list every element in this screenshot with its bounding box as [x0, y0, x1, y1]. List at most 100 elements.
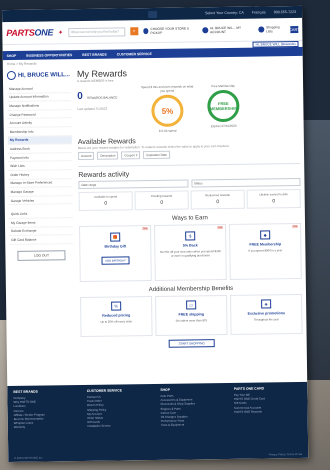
column-amount[interactable]: Amount [78, 151, 95, 161]
membership-icon: ◆ [260, 230, 271, 240]
date-range-select[interactable]: Date range [78, 179, 189, 190]
benefits-cards: % Reduced pricing Up to 20% off every or… [80, 293, 303, 338]
tag-icon: ◈ [261, 299, 272, 309]
stat-lifetime: Lifetime earned to date 0 [246, 188, 301, 209]
store-pickup-link[interactable]: CHOOSE YOUR STORE & PICKUP [142, 26, 198, 35]
birthday-gift-card: 5% 🎁 Birthday Gift ADD BIRTHDAY [79, 225, 152, 283]
footer-column: CUSTOMER SERVICE Contact Us Track Order … [87, 388, 155, 457]
card-description: Up to 20% off every order [100, 319, 133, 324]
free-shipping-card: ▭ FREE shipping On orders more than $75 [155, 294, 228, 336]
earn-rate-block: Spend $ this and earn rewards on what yo… [139, 84, 196, 133]
search-button[interactable]: ⌕ [130, 27, 138, 36]
free-membership-ring: FREE MEMBERSHIP [207, 89, 240, 123]
footer-column: BEST BRANDS Company Why PARTS ONE Locati… [13, 389, 81, 458]
column-description[interactable]: Description [97, 151, 119, 160]
divider [78, 162, 301, 168]
free-label: Free Membership [211, 83, 235, 89]
rewards-user-link[interactable]: HI, BRUCE WILL (Rewards) [252, 40, 299, 48]
available-rewards-header: Amount Description Coupon # Expiration D… [78, 149, 300, 161]
earn-label: Spend $ this and earn rewards on what yo… [140, 84, 194, 93]
footer-link[interactable]: Warranty [14, 424, 82, 429]
stat-redeemed: Redeemed rewards 0 [190, 189, 245, 210]
stat-pending: Pending rewards 0 [134, 190, 189, 211]
card-description: If you spend $500 in a year [248, 248, 283, 253]
balance-value: 0 [77, 90, 83, 103]
footer-link[interactable]: Installation Service [87, 423, 155, 428]
footer-heading: CUSTOMER SERVICE [86, 388, 122, 393]
earn-note: $ 0.00 spend [159, 128, 177, 133]
ways-to-earn-cards: 5% 🎁 Birthday Gift ADD BIRTHDAY 5% $ 5% … [79, 222, 302, 283]
nav-shop[interactable]: SHOP [7, 53, 17, 57]
footer-column: SHOP Auto Parts Accessories & Equipment … [160, 387, 228, 456]
rewards-content: My Rewards A rewards MEMBER is free 0 RE… [71, 64, 303, 349]
ways-to-earn-title: Ways to Earn [171, 215, 208, 222]
site-logo[interactable]: PARTSONE [6, 27, 53, 38]
nav-best-brands[interactable]: BEST BRANDS [82, 52, 107, 56]
footer-column: PARTS ONE CARD Pay Your Bill PARTS ONE C… [234, 386, 302, 455]
shopping-lists-link[interactable]: Shopping Lists [258, 25, 286, 33]
price-tag-icon: % [111, 301, 122, 311]
gift-icon: 🎁 [110, 232, 121, 242]
nav-business-opportunities[interactable]: BUSINESS OPPORTUNITIES [26, 53, 72, 58]
exclusive-promotions-card: ◈ Exclusive promotions Throughout the ye… [230, 293, 303, 335]
start-shopping-button[interactable]: START SHOPPING [168, 339, 215, 348]
phone-number: 800-555-7223 [273, 9, 297, 15]
site-footer: BEST BRANDS Company Why PARTS ONE Locati… [7, 381, 309, 463]
footer-heading: SHOP [160, 387, 170, 392]
copyright: © 2023 PARTS ONE Inc. [14, 456, 44, 460]
card-tag: 5% [292, 224, 299, 229]
footer-link[interactable]: PARTS ONE Rewards [234, 409, 302, 414]
column-coupon[interactable]: Coupon # [121, 151, 141, 160]
nav-customer-service[interactable]: CUSTOMER SERVICE [117, 52, 152, 56]
logout-button[interactable]: LOG OUT [17, 249, 66, 261]
reduced-pricing-card: % Reduced pricing Up to 20% off every or… [80, 296, 153, 338]
stat-available: Available to spend 0 [78, 191, 133, 212]
balance-note: Last updated 7/1/2023 [77, 106, 108, 112]
country-selector[interactable]: Select Your Country: CA [205, 11, 244, 16]
earn-percent-ring: 5% [151, 94, 184, 128]
account-link[interactable]: HI, BRUCE WIL... MY ACCOUNT [202, 26, 254, 35]
cart-button[interactable]: CART [289, 25, 300, 33]
card-tag: 5% [142, 227, 149, 231]
card-tag: 5% [217, 226, 224, 230]
language-link[interactable]: Français [252, 10, 266, 14]
card-title: 5% Back [182, 243, 198, 248]
five-percent-back-card: 5% $ 5% Back Get 5% off your next order … [154, 223, 227, 281]
status-select[interactable]: Status [190, 177, 301, 188]
legal-links[interactable]: Privacy Policy | Terms of Use [269, 453, 303, 456]
footer-heading: PARTS ONE CARD [233, 386, 265, 391]
add-birthday-button[interactable]: ADD BIRTHDAY [101, 256, 130, 265]
dollar-icon: $ [185, 231, 196, 241]
avatar-icon [6, 70, 16, 81]
list-icon [258, 26, 265, 33]
user-icon [202, 27, 209, 34]
activity-stats: Available to spend 0 Pending rewards 0 Red… [78, 188, 301, 212]
card-title: Exclusive promotions [247, 311, 285, 316]
sidebar-item[interactable]: Garage Vehicles [8, 195, 73, 206]
search-icon: ⌕ [132, 28, 136, 35]
truck-icon: ▭ [186, 300, 197, 310]
card-description: On orders more than $75 [175, 318, 208, 323]
location-icon [142, 28, 149, 35]
card-description: Get 5% off your next order when you spen… [159, 249, 221, 258]
card-description: Throughout the year [253, 317, 279, 322]
card-title: Birthday Gift [104, 244, 127, 249]
footer-heading: BEST BRANDS [13, 389, 38, 394]
footer-link[interactable]: Tools & Equipment [161, 422, 229, 427]
account-name: HI, BRUCE WILL... [6, 70, 71, 81]
store-icon[interactable] [148, 10, 158, 18]
free-membership-card: 5% ◆ FREE Membership If you spend $500 i… [229, 222, 302, 280]
account-sidebar: HI, BRUCE WILL... Manage Account Update … [6, 67, 75, 350]
benefits-title: Additional Membership Benefits [148, 285, 234, 294]
sidebar-item[interactable]: Gift Card Balance [9, 235, 74, 245]
balance-label: REWARDS BALANCE [87, 95, 118, 100]
column-expiration[interactable]: Expiration Date [143, 150, 170, 160]
card-title: FREE Membership [249, 242, 282, 247]
free-note: Expires 07/31/2023 [210, 123, 237, 129]
card-title: Reduced pricing [102, 313, 131, 318]
maple-leaf-icon: ✦ [58, 29, 64, 36]
card-title: FREE shipping [178, 312, 205, 317]
free-membership-block: Free Membership FREE MEMBERSHIP Expires … [195, 84, 252, 129]
search-input[interactable]: What can we help you find today? [68, 26, 126, 37]
tablet-screen: Select Your Country: CA Français 800-555… [2, 5, 309, 463]
